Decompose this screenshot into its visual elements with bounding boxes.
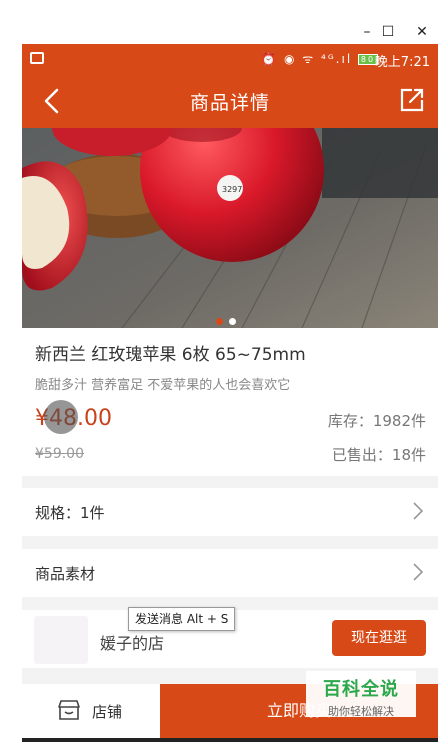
original-price: ¥59.00 — [35, 446, 84, 462]
send-message-tooltip: 发送消息 Alt + S — [128, 607, 236, 631]
spec-row[interactable]: 规格：1件 — [22, 488, 438, 536]
apple-sticker-text: 3297 — [222, 185, 242, 194]
carousel-dot-active[interactable] — [216, 318, 223, 325]
watermark-logo: 百科全说 助你轻松解决 — [306, 671, 416, 718]
window-titlebar: – ☐ ✕ — [0, 0, 441, 44]
status-bar: ⏰ ◉ ᯤ ⁴ᴳ.ıl 80 晚上7:21 — [22, 44, 438, 74]
product-image-carousel[interactable]: 3297 — [22, 128, 438, 328]
product-subtitle: 脆甜多汁 营养富足 不爱苹果的人也会喜欢它 — [35, 378, 291, 393]
shop-name: 媛子的店 — [100, 634, 165, 653]
status-time: 晚上7:21 — [374, 55, 430, 70]
sold-count: 已售出：18件 — [331, 446, 426, 464]
chevron-right-icon — [413, 502, 424, 520]
stock-count: 库存：1982件 — [327, 412, 426, 430]
briefcase-icon — [30, 52, 44, 64]
app-bar: 商品详情 — [22, 74, 438, 128]
chevron-right-icon — [413, 563, 424, 581]
close-button[interactable]: ✕ — [410, 22, 434, 42]
carousel-dot[interactable] — [229, 318, 236, 325]
page-title: 商品详情 — [189, 92, 270, 114]
status-icons-text: ⏰ ◉ ᯤ ⁴ᴳ.ıl — [261, 52, 353, 66]
share-icon[interactable] — [398, 86, 426, 114]
store-label[interactable]: 店铺 — [92, 701, 122, 722]
material-row[interactable]: 商品素材 — [22, 549, 438, 597]
maximize-button[interactable]: ☐ — [376, 22, 400, 42]
material-label: 商品素材 — [35, 565, 96, 583]
store-icon[interactable] — [57, 699, 81, 721]
spec-label: 规格：1件 — [35, 504, 105, 522]
status-icons: ⏰ ◉ ᯤ ⁴ᴳ.ıl 80 — [261, 50, 378, 67]
touch-indicator — [44, 400, 78, 434]
shop-avatar — [34, 616, 88, 664]
bottom-strip — [22, 738, 438, 742]
phone-screen: ⏰ ◉ ᯤ ⁴ᴳ.ıl 80 晚上7:21 商品详情 3297 新西兰 红玫瑰苹… — [22, 44, 438, 742]
window-frame-left — [0, 44, 22, 742]
watermark-subtitle: 助你轻松解决 — [328, 705, 394, 718]
product-info-card: 新西兰 红玫瑰苹果 6枚 65~75mm 脆甜多汁 营养富足 不爱苹果的人也会喜… — [22, 328, 438, 476]
product-title: 新西兰 红玫瑰苹果 6枚 65~75mm — [35, 345, 306, 365]
apple-image: 3297 — [22, 128, 438, 328]
visit-shop-button[interactable]: 现在逛逛 — [332, 620, 426, 656]
watermark-title: 百科全说 — [323, 679, 399, 700]
carousel-indicator — [216, 310, 242, 329]
